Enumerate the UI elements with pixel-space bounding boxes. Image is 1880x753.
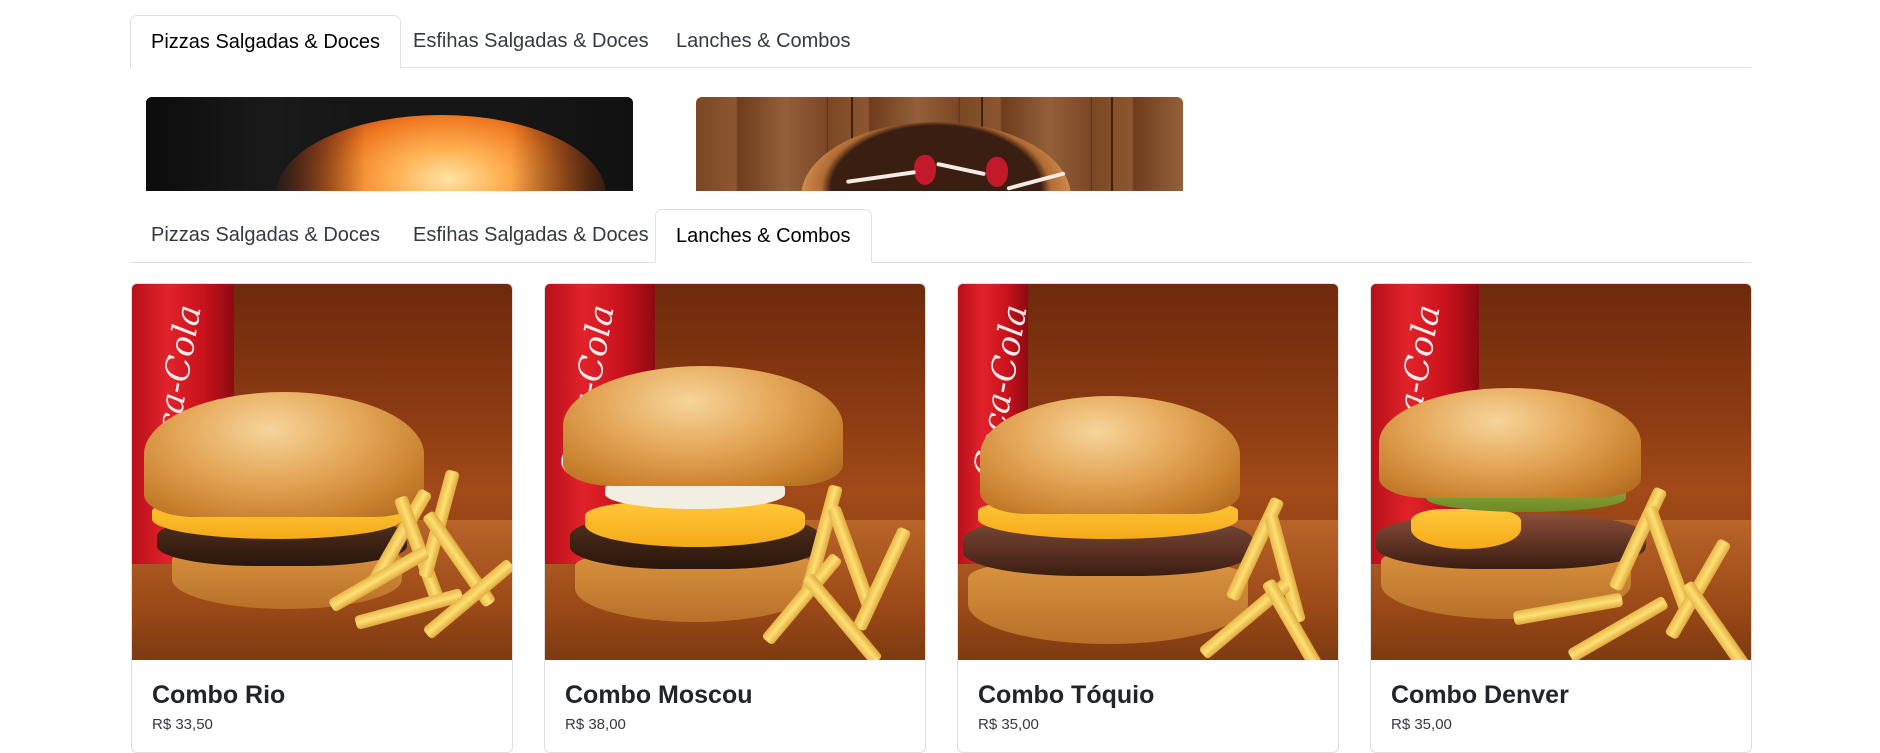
category-tabs-bottom: Pizzas Salgadas & Doces Esfihas Salgadas… [130,206,1751,263]
tab-lanches[interactable]: Lanches & Combos [655,15,872,68]
product-price: R$ 35,00 [1391,716,1452,733]
strawberry [986,157,1008,187]
product-price: R$ 35,00 [978,716,1039,733]
product-image: Coca-Cola [545,284,925,660]
product-image: Coca-Cola [132,284,512,660]
product-card[interactable]: Coca-Cola Combo Moscou R$ 38,00 [544,283,926,753]
product-title: Combo Tóquio [978,681,1155,709]
tab-esfihas[interactable]: Esfihas Salgadas & Doces [392,209,670,262]
tab-pizzas[interactable]: Pizzas Salgadas & Doces [130,15,402,69]
product-title: Combo Denver [1391,681,1569,709]
product-card[interactable]: Coca-Cola Combo Tóquio R$ 35,00 [957,283,1339,753]
product-card[interactable]: Coca-Cola Combo Rio R$ 33,50 [131,283,513,753]
category-tabs-top: Pizzas Salgadas & Doces Esfihas Salgadas… [130,12,1751,69]
product-card[interactable]: Coca-Cola Combo Denver R$ 35,00 [1370,283,1752,753]
product-price: R$ 33,50 [152,716,213,733]
product-price: R$ 38,00 [565,716,626,733]
tab-esfihas[interactable]: Esfihas Salgadas & Doces [392,15,670,68]
tab-pizzas[interactable]: Pizzas Salgadas & Doces [130,209,401,262]
product-image: Coca-Cola [958,284,1338,660]
strawberry [914,155,936,185]
dessert-pizza-image[interactable] [696,97,1183,191]
product-title: Combo Moscou [565,681,753,709]
pizza-oven-image[interactable] [146,97,633,191]
product-image: Coca-Cola [1371,284,1751,660]
product-title: Combo Rio [152,681,286,709]
tab-lanches[interactable]: Lanches & Combos [655,209,872,263]
